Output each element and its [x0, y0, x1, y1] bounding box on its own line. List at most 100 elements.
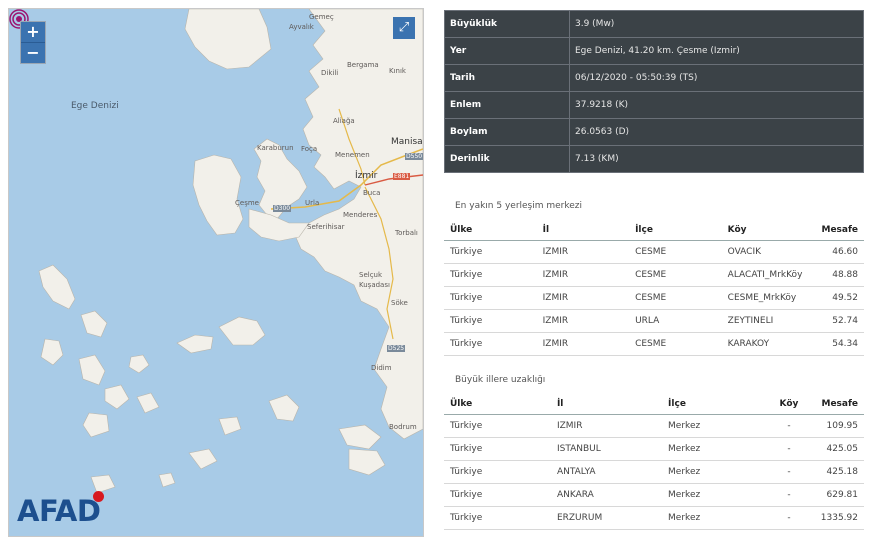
cell-country: Türkiye [444, 483, 551, 507]
cell-district: URLA [629, 309, 722, 333]
road-label: E881 [393, 173, 411, 180]
cell-district: Merkez [662, 414, 764, 438]
cell-distance: 54.34 [815, 332, 864, 356]
column-header: Mesafe [815, 219, 864, 241]
place-label: Çeşme [235, 199, 259, 207]
column-header: Mesafe [814, 393, 864, 415]
table-header-row: Ülke İl İlçe Köy Mesafe [444, 219, 864, 241]
table-row: Türkiye IZMIR CESME OVACIK 46.60 [444, 240, 864, 264]
column-header: İl [536, 219, 630, 241]
nearest-settlements-title: En yakın 5 yerleşim merkezi [455, 201, 583, 211]
cell-province: ISTANBUL [550, 437, 663, 461]
place-label: Ayvalık [289, 23, 314, 31]
cell-country: Türkiye [444, 263, 537, 287]
info-key: Tarih [444, 64, 570, 92]
zoom-out-button[interactable]: − [21, 42, 45, 63]
cell-village: ZEYTINELI [721, 309, 816, 333]
cell-province: ANKARA [550, 483, 663, 507]
column-header: Ülke [444, 219, 537, 241]
cell-province: ANTALYA [550, 460, 663, 484]
table-header-row: Ülke İl İlçe Köy Mesafe [444, 393, 864, 415]
major-cities-table: Ülke İl İlçe Köy Mesafe Türkiye IZMIR Merk… [444, 393, 864, 530]
cell-distance: 425.05 [814, 437, 864, 461]
cell-village: KARAKOY [721, 332, 816, 356]
cell-country: Türkiye [444, 460, 551, 484]
table-row: Türkiye ISTANBUL Merkez -425.05 [444, 437, 864, 461]
cell-country: Türkiye [444, 240, 537, 264]
table-row: Türkiye ANKARA Merkez -629.81 [444, 483, 864, 507]
column-header: İlçe [629, 219, 722, 241]
cell-district: CESME [629, 240, 722, 264]
cell-district: Merkez [662, 506, 764, 530]
cell-district: Merkez [662, 460, 764, 484]
cell-village: - [763, 414, 815, 438]
cell-province: IZMIR [536, 240, 630, 264]
cell-country: Türkiye [444, 437, 551, 461]
cell-village: OVACIK [721, 240, 816, 264]
cell-district: CESME [629, 286, 722, 310]
info-value: 7.13 (KM) [569, 145, 864, 173]
table-row: Türkiye IZMIR CESME CESME_MrkKöy 49.52 [444, 286, 864, 310]
place-label: İzmir [355, 171, 378, 181]
cell-district: Merkez [662, 437, 764, 461]
info-value: 3.9 (Mw) [569, 10, 864, 38]
cell-district: Merkez [662, 483, 764, 507]
cell-village: CESME_MrkKöy [721, 286, 816, 310]
place-label: Kınık [389, 67, 406, 75]
place-label: Bodrum [389, 423, 417, 431]
place-label: Kuşadası [359, 281, 390, 289]
earthquake-map[interactable]: + − ⤢ Ege Denizi Gemeç Ayvalık Bergama K… [8, 8, 424, 537]
place-label: Seferihisar [307, 223, 345, 231]
table-row: Türkiye IZMIR CESME KARAKOY 54.34 [444, 332, 864, 356]
road-label: D525 [387, 345, 406, 352]
info-key: Yer [444, 37, 570, 65]
info-key: Enlem [444, 91, 570, 119]
cell-village: - [763, 483, 815, 507]
cell-distance: 629.81 [814, 483, 864, 507]
cell-country: Türkiye [444, 309, 537, 333]
cell-province: IZMIR [536, 332, 630, 356]
column-header: İl [550, 393, 663, 415]
zoom-control: + − [20, 21, 46, 64]
cell-distance: 49.52 [815, 286, 864, 310]
major-cities-title: Büyük illere uzaklığı [455, 375, 546, 385]
cell-distance: 1335.92 [814, 506, 864, 530]
column-header: Ülke [444, 393, 551, 415]
cell-province: IZMIR [536, 263, 630, 287]
cell-province: IZMIR [536, 309, 630, 333]
info-value: 37.9218 (K) [569, 91, 864, 119]
fullscreen-button[interactable]: ⤢ [393, 17, 415, 39]
place-label: Didim [371, 364, 392, 372]
place-label: Torbalı [395, 229, 418, 237]
info-key: Boylam [444, 118, 570, 146]
earthquake-info-table: Büyüklük 3.9 (Mw) Yer Ege Denizi, 41.20 km… [444, 10, 864, 173]
cell-village: - [763, 460, 815, 484]
cell-distance: 46.60 [815, 240, 864, 264]
cell-village: - [763, 506, 815, 530]
place-label: Menemen [335, 151, 370, 159]
crescent-star-icon [93, 491, 104, 502]
cell-village: - [763, 437, 815, 461]
table-row: Türkiye IZMIR CESME ALACATI_MrkKöy 48.88 [444, 263, 864, 287]
zoom-in-button[interactable]: + [21, 22, 45, 42]
road-label: D550 [405, 153, 423, 160]
place-label: Aliağa [333, 117, 355, 125]
cell-distance: 425.18 [814, 460, 864, 484]
cell-province: IZMIR [550, 414, 663, 438]
info-key: Derinlik [444, 145, 570, 173]
cell-distance: 109.95 [814, 414, 864, 438]
place-label: Karaburun [257, 144, 294, 152]
sea-label: Ege Denizi [71, 101, 119, 111]
place-label: Dikili [321, 69, 339, 77]
info-value: 26.0563 (D) [569, 118, 864, 146]
place-label: Selçuk [359, 271, 383, 279]
place-label: Söke [391, 299, 408, 307]
place-label: Urla [305, 199, 320, 207]
place-label: Bergama [347, 61, 379, 69]
road-label: D300 [273, 205, 292, 212]
table-row: Türkiye ERZURUM Merkez -1335.92 [444, 506, 864, 530]
cell-district: CESME [629, 263, 722, 287]
cell-province: IZMIR [536, 286, 630, 310]
place-label: Menderes [343, 211, 378, 219]
place-label: Manisa [391, 137, 423, 147]
